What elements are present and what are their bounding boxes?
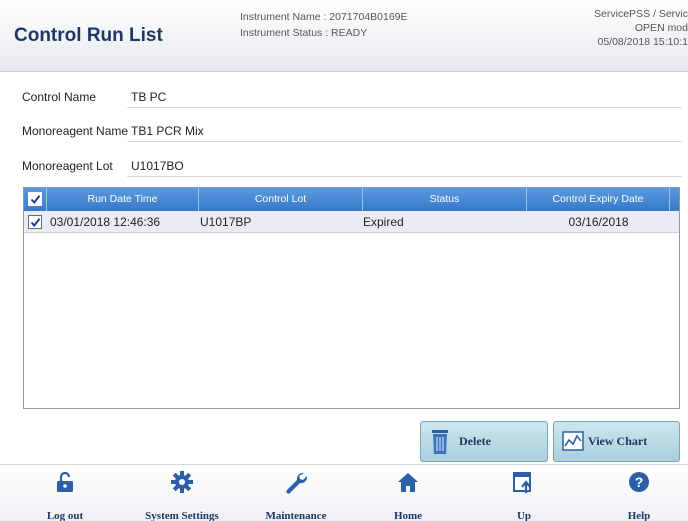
divider [127, 107, 682, 108]
user-name: ServicePSS / Servic [594, 8, 688, 20]
trash-icon [431, 428, 449, 460]
wrench-icon [284, 471, 308, 498]
divider [127, 141, 682, 142]
nav-system-settings-label: System Settings [145, 510, 219, 521]
mode-label: OPEN mod [634, 22, 688, 34]
monoreagent-lot-value: U1017BO [131, 159, 184, 173]
footer-nav: Log out System Settings Maintenance Home… [0, 464, 688, 521]
col-status[interactable]: Status [363, 188, 527, 211]
col-control-expiry-date[interactable]: Control Expiry Date [527, 188, 670, 211]
nav-logout-label: Log out [46, 510, 84, 521]
chart-icon [562, 431, 584, 455]
monoreagent-name-row: Monoreagent Name TB1 PCR Mix [22, 120, 682, 142]
monoreagent-name-label: Monoreagent Name [22, 124, 129, 138]
delete-button[interactable]: Delete [420, 421, 548, 462]
current-datetime: 05/08/2018 15:10:1 [597, 36, 688, 48]
table-row[interactable]: 03/01/2018 12:46:36 U1017BP Expired 03/1… [24, 211, 679, 233]
nav-help-label: Help [627, 510, 651, 521]
instrument-name: Instrument Name : 2071704B0169E [240, 11, 408, 23]
col-run-date-time[interactable]: Run Date Time [47, 188, 199, 211]
monoreagent-lot-row: Monoreagent Lot U1017BO [22, 155, 682, 177]
view-chart-label: View Chart [588, 434, 648, 448]
nav-up-label: Up [516, 510, 532, 521]
up-icon [513, 471, 535, 498]
nav-logout[interactable]: Log out [15, 469, 115, 521]
gear-icon [171, 471, 193, 496]
user-info: ServicePSS / Servic OPEN mod 05/08/2018 … [594, 7, 688, 49]
table-header: Run Date Time Control Lot Status Control… [24, 188, 679, 211]
cell-expiry: 03/16/2018 [568, 215, 629, 229]
control-name-value: TB PC [131, 90, 167, 104]
view-chart-button[interactable]: View Chart [553, 421, 680, 462]
monoreagent-name-value: TB1 PCR Mix [131, 124, 204, 138]
cell-run-date-time: 03/01/2018 12:46:36 [50, 215, 161, 229]
nav-help[interactable]: ? Help [589, 469, 688, 521]
control-run-table: Run Date Time Control Lot Status Control… [23, 187, 680, 409]
instrument-status: Instrument Status : READY [240, 27, 368, 39]
page-title: Control Run List [14, 25, 163, 46]
instrument-info: Instrument Name : 2071704B0169E Instrume… [240, 9, 408, 41]
nav-up[interactable]: Up [474, 469, 574, 521]
svg-text:?: ? [635, 474, 644, 490]
cell-status: Expired [363, 215, 404, 229]
header: Control Run List Instrument Name : 20717… [0, 0, 688, 72]
nav-home[interactable]: Home [358, 469, 458, 521]
monoreagent-lot-label: Monoreagent Lot [22, 159, 113, 173]
select-all-checkbox[interactable] [28, 192, 42, 206]
help-icon: ? [628, 471, 650, 496]
divider [127, 176, 682, 177]
col-control-lot[interactable]: Control Lot [199, 188, 363, 211]
nav-system-settings[interactable]: System Settings [132, 469, 232, 521]
select-all-cell [24, 188, 47, 211]
control-name-label: Control Name [22, 90, 97, 104]
control-name-row: Control Name TB PC [22, 86, 682, 108]
unlock-icon [56, 471, 74, 496]
nav-maintenance[interactable]: Maintenance [246, 469, 346, 521]
cell-control-lot: U1017BP [200, 215, 252, 229]
nav-maintenance-label: Maintenance [265, 510, 327, 521]
delete-label: Delete [459, 434, 491, 448]
row-checkbox[interactable] [28, 215, 42, 229]
nav-home-label: Home [393, 510, 423, 521]
home-icon [397, 471, 419, 496]
